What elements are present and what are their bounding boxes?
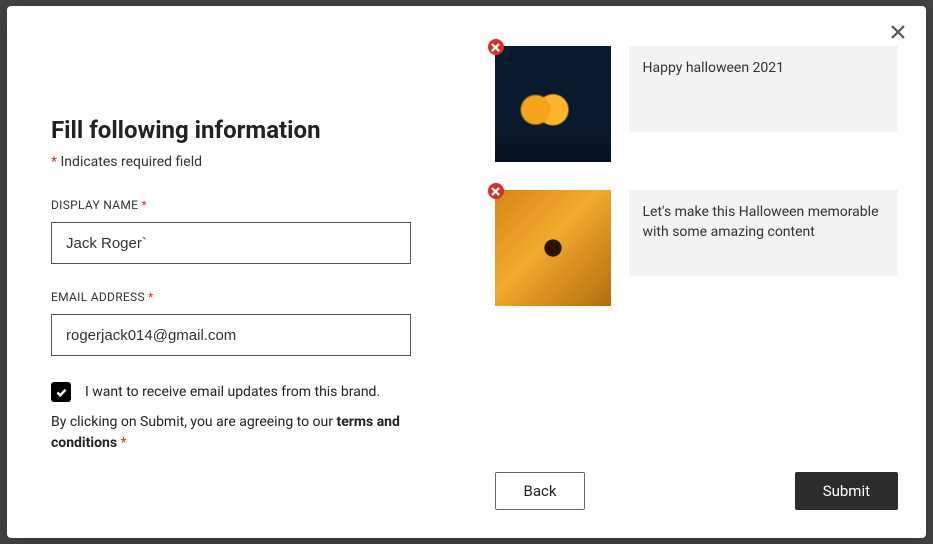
submit-button[interactable]: Submit xyxy=(795,472,898,510)
uploads-panel: Happy halloween 2021 Let's make this Hal… xyxy=(467,6,927,538)
remove-upload-icon[interactable] xyxy=(488,183,504,199)
terms-note: By clicking on Submit, you are agreeing … xyxy=(51,412,411,454)
required-note: * Indicates required field xyxy=(51,154,423,170)
upload-thumbnail xyxy=(495,46,611,162)
back-button[interactable]: Back xyxy=(495,472,586,510)
upload-thumbnail xyxy=(495,190,611,306)
form-heading: Fill following information xyxy=(51,116,423,144)
upload-item: Let's make this Halloween memorable with… xyxy=(495,190,899,306)
submission-modal: Fill following information * Indicates r… xyxy=(7,6,926,538)
email-updates-label: I want to receive email updates from thi… xyxy=(85,384,380,400)
upload-item: Happy halloween 2021 xyxy=(495,46,899,162)
display-name-label: DISPLAY NAME * xyxy=(51,198,423,212)
upload-list: Happy halloween 2021 Let's make this Hal… xyxy=(495,46,899,472)
remove-upload-icon[interactable] xyxy=(488,39,504,55)
upload-caption[interactable]: Let's make this Halloween memorable with… xyxy=(629,190,899,276)
action-bar: Back Submit xyxy=(495,472,899,538)
email-input[interactable] xyxy=(51,314,411,356)
email-updates-checkbox[interactable] xyxy=(51,382,71,402)
upload-caption[interactable]: Happy halloween 2021 xyxy=(629,46,899,132)
display-name-input[interactable] xyxy=(51,222,411,264)
form-panel: Fill following information * Indicates r… xyxy=(7,6,467,538)
email-label: EMAIL ADDRESS * xyxy=(51,290,423,304)
